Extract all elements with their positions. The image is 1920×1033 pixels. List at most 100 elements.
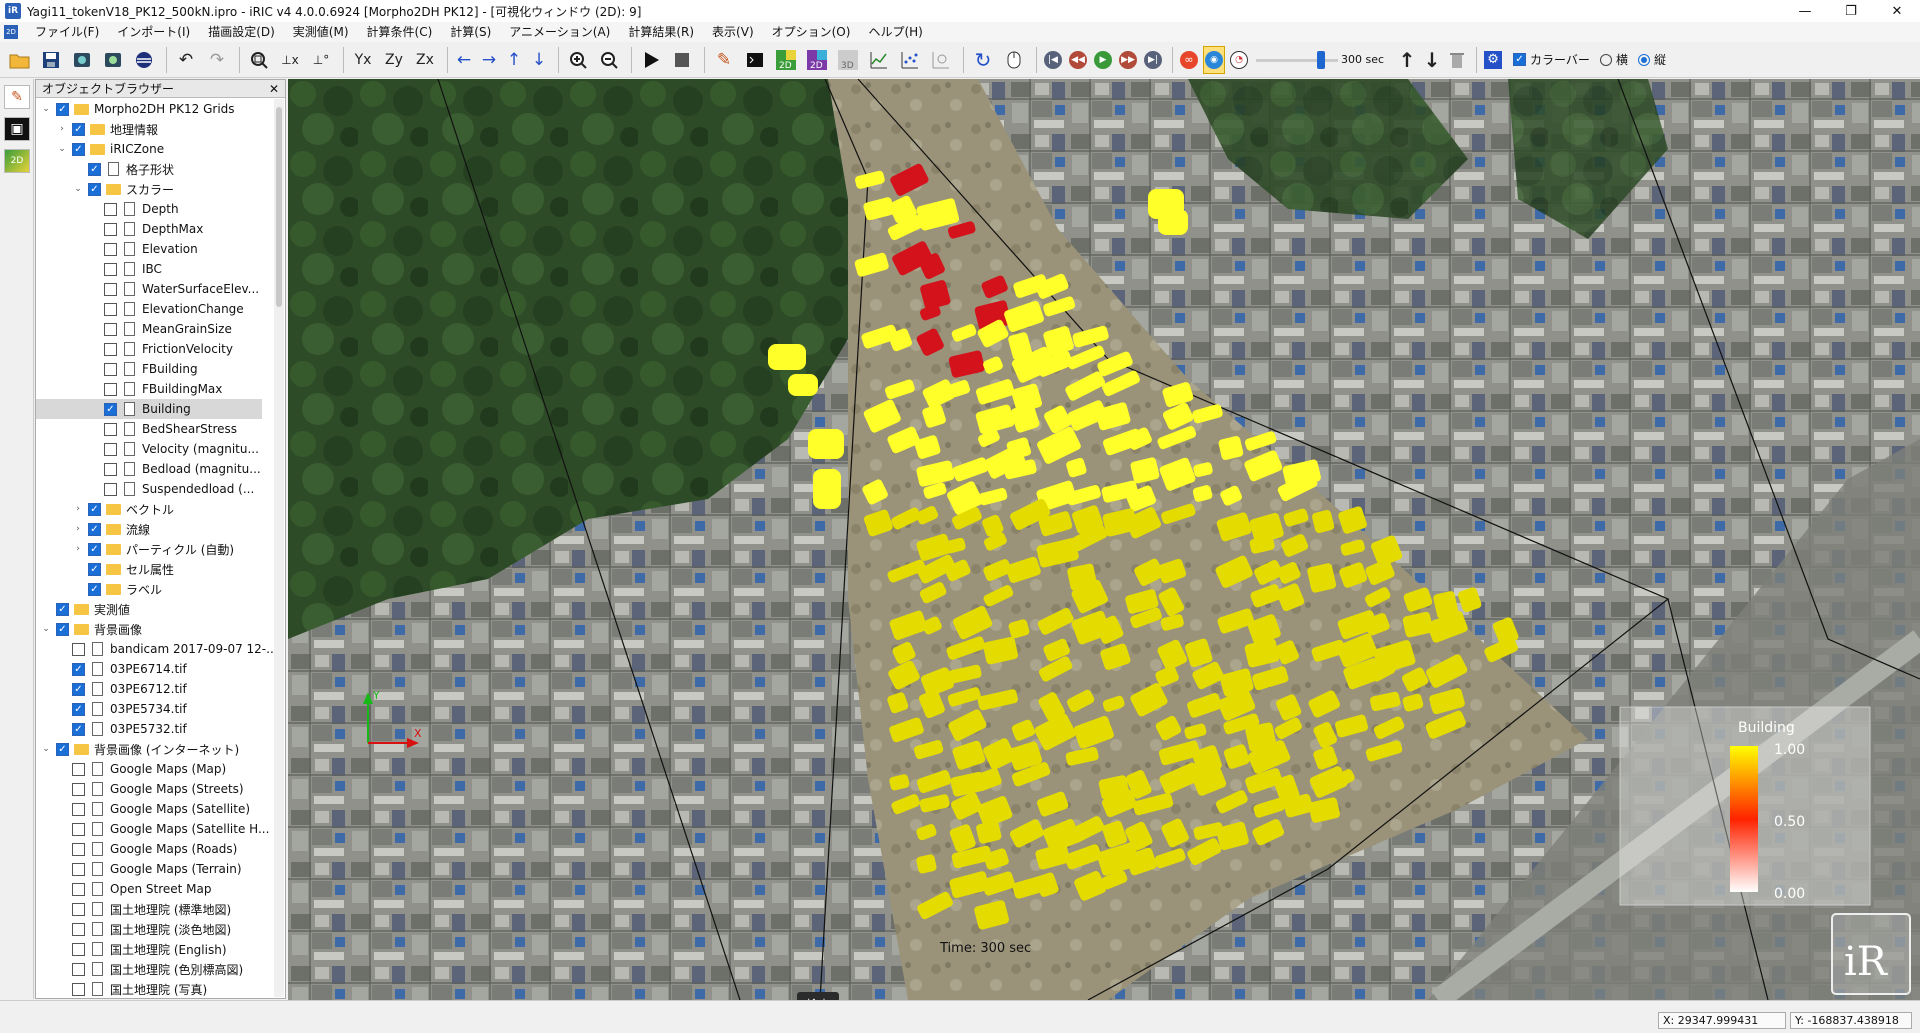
subwindow-2d-icon[interactable]: 2D (4, 25, 18, 39)
minimize-button[interactable]: — (1782, 0, 1828, 22)
tree-item[interactable]: ✓ IBC (36, 259, 274, 279)
step-back-icon[interactable]: ◀◀ (1067, 46, 1089, 74)
tree-item[interactable]: ✓ FBuilding (36, 359, 274, 379)
tree-item-checkbox[interactable]: ✓ (88, 502, 101, 516)
tree-item-checkbox[interactable]: ✓ (88, 562, 101, 576)
tree-item[interactable]: ✓ 国土地理院 (写真) (36, 979, 274, 997)
run-calculation-icon[interactable] (637, 46, 665, 74)
tree-item[interactable]: ⌄ ✓ 背景画像 (36, 619, 274, 639)
expanded-chevron-icon[interactable]: ⌄ (56, 144, 68, 154)
view-2d-icon[interactable]: 2D (4, 149, 30, 173)
tree-item-checkbox[interactable]: ✓ (72, 122, 85, 136)
view-zx-icon[interactable]: Zx (411, 46, 439, 74)
tree-item[interactable]: › ✓ 流線 (36, 519, 274, 539)
scatter-window-icon[interactable] (896, 46, 924, 74)
tree-item-checkbox[interactable]: ✓ (72, 862, 85, 876)
new-2d-window-icon[interactable]: 2D (772, 46, 800, 74)
graph-window-icon[interactable] (865, 46, 893, 74)
menu-animation[interactable]: アニメーション(A) (500, 22, 619, 42)
collapsed-chevron-icon[interactable]: › (72, 504, 84, 514)
tree-item[interactable]: ✓ セル属性 (36, 559, 274, 579)
tree-item-checkbox[interactable]: ✓ (72, 982, 85, 996)
tree-item[interactable]: ✓ Google Maps (Terrain) (36, 859, 274, 879)
tree-item-checkbox[interactable]: ✓ (56, 102, 69, 116)
time-slider[interactable] (1256, 49, 1338, 71)
tree-item-checkbox[interactable]: ✓ (88, 522, 101, 536)
menu-measured[interactable]: 実測値(M) (284, 22, 358, 42)
reload-icon[interactable]: ↻ (969, 46, 997, 74)
maximize-button[interactable]: ❐ (1828, 0, 1874, 22)
tree-item[interactable]: ✓ Bedload (magnitu... (36, 459, 274, 479)
view-zy-icon[interactable]: Zy (380, 46, 408, 74)
trash-icon[interactable] (1446, 46, 1468, 74)
tree-item-checkbox[interactable]: ✓ (72, 142, 85, 156)
tree-item-checkbox[interactable]: ✓ (72, 662, 85, 676)
save-icon[interactable] (37, 46, 65, 74)
tree-item-checkbox[interactable]: ✓ (88, 582, 101, 596)
tree-item[interactable]: ✓ FrictionVelocity (36, 339, 274, 359)
edit-pencil-icon[interactable]: ✎ (4, 85, 30, 109)
menu-results[interactable]: 計算結果(R) (619, 22, 703, 42)
tree-item[interactable]: ✓ Depth (36, 199, 274, 219)
tree-item-checkbox[interactable]: ✓ (88, 542, 101, 556)
tree-item-checkbox[interactable]: ✓ (88, 162, 101, 176)
menu-import[interactable]: インポート(I) (108, 22, 199, 42)
tree-item[interactable]: ✓ Open Street Map (36, 879, 274, 899)
tree-item-checkbox[interactable]: ✓ (56, 742, 69, 756)
tree-item[interactable]: ✓ DepthMax (36, 219, 274, 239)
menu-draw-settings[interactable]: 描画設定(D) (199, 22, 284, 42)
tree-item-checkbox[interactable]: ✓ (72, 702, 85, 716)
tree-item-checkbox[interactable]: ✓ (72, 762, 85, 776)
expanded-chevron-icon[interactable]: ⌄ (40, 744, 52, 754)
expanded-chevron-icon[interactable]: ⌄ (72, 184, 84, 194)
tree-item[interactable]: ⌄ ✓ Morpho2DH PK12 Grids (36, 99, 274, 119)
skip-to-first-icon[interactable]: |◀ (1042, 46, 1064, 74)
move-up-icon[interactable]: ↑ (503, 46, 525, 74)
tree-item[interactable]: › ✓ 地理情報 (36, 119, 274, 139)
tree-item-checkbox[interactable]: ✓ (104, 282, 117, 296)
tree-item-checkbox[interactable]: ✓ (104, 262, 117, 276)
camera-icon[interactable]: ▣ (4, 117, 30, 141)
tree-item-checkbox[interactable]: ✓ (104, 342, 117, 356)
tree-item[interactable]: ✓ 格子形状 (36, 159, 274, 179)
tree-item-checkbox[interactable]: ✓ (104, 322, 117, 336)
tree-item-checkbox[interactable]: ✓ (104, 462, 117, 476)
tree-item-checkbox[interactable]: ✓ (72, 842, 85, 856)
tree-item-checkbox[interactable]: ✓ (72, 682, 85, 696)
tree-item[interactable]: ✓ Google Maps (Map) (36, 759, 274, 779)
object-browser-scrollbar[interactable] (274, 99, 284, 997)
tree-item[interactable]: ⌄ ✓ iRICZone (36, 139, 274, 159)
tree-item-checkbox[interactable]: ✓ (72, 802, 85, 816)
tree-item-checkbox[interactable]: ✓ (104, 382, 117, 396)
tree-item[interactable]: › ✓ ベクトル (36, 499, 274, 519)
redo-icon[interactable]: ↷ (203, 46, 231, 74)
tree-item[interactable]: ✓ 03PE5732.tif (36, 719, 274, 739)
tree-item[interactable]: ✓ FBuildingMax (36, 379, 274, 399)
tree-item[interactable]: ✓ Building (36, 399, 262, 419)
console-icon[interactable] (741, 46, 769, 74)
tree-item-checkbox[interactable]: ✓ (72, 642, 85, 656)
menu-calc-conditions[interactable]: 計算条件(C) (358, 22, 442, 42)
tree-item-checkbox[interactable]: ✓ (104, 422, 117, 436)
scrollbar-thumb[interactable] (276, 107, 282, 307)
tree-item[interactable]: ✓ Google Maps (Satellite H... (36, 819, 274, 839)
tree-item-checkbox[interactable]: ✓ (104, 202, 117, 216)
collapsed-chevron-icon[interactable]: › (56, 124, 68, 134)
tree-item-checkbox[interactable]: ✓ (56, 622, 69, 636)
settings-gear-icon[interactable]: ⚙ (1482, 46, 1504, 74)
time-slider-thumb[interactable] (1317, 50, 1325, 69)
verification-window-icon[interactable] (927, 46, 955, 74)
menu-file[interactable]: ファイル(F) (26, 22, 108, 42)
tree-item[interactable]: ⌄ ✓ スカラー (36, 179, 274, 199)
collapsed-chevron-icon[interactable]: › (72, 524, 84, 534)
follow-last-step-icon[interactable]: ◉ (1203, 45, 1225, 74)
fit-view-icon[interactable] (245, 46, 273, 74)
snapshot-icon[interactable] (68, 46, 96, 74)
move-down-icon[interactable]: ↓ (528, 46, 550, 74)
mouse-help-icon[interactable] (1000, 46, 1028, 74)
tree-item-checkbox[interactable]: ✓ (104, 362, 117, 376)
move-left-icon[interactable]: ← (453, 46, 475, 74)
tree-item[interactable]: ✓ Google Maps (Streets) (36, 779, 274, 799)
tree-item[interactable]: › ✓ パーティクル (自動) (36, 539, 274, 559)
tree-item[interactable]: ✓ 03PE6712.tif (36, 679, 274, 699)
